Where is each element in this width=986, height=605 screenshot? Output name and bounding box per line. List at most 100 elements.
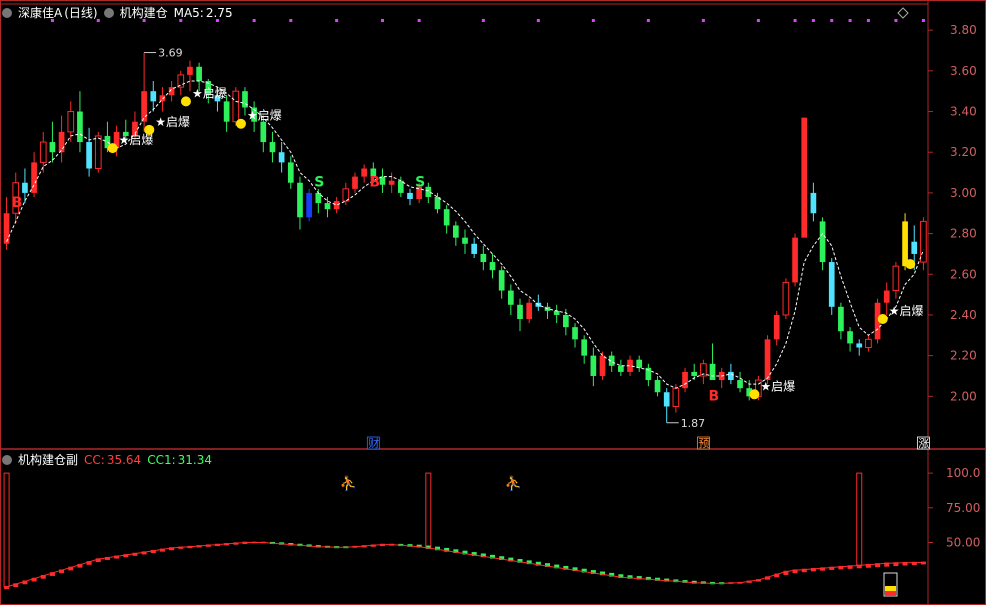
- candle-body: [187, 66, 193, 75]
- cc-value: 35.64: [106, 453, 142, 467]
- candle-body: [801, 117, 808, 238]
- candle-body: [599, 355, 606, 376]
- candle-body: [352, 176, 358, 189]
- candle-body: [443, 209, 450, 226]
- candle-body: [39, 141, 47, 163]
- signal-dot: [235, 118, 246, 129]
- signal-row-dot: [289, 19, 293, 22]
- signal-row-dot: [921, 19, 925, 22]
- candle-body: [618, 365, 624, 372]
- candle-body: [581, 339, 588, 356]
- candle-body: [838, 306, 844, 332]
- candle-body: [507, 290, 514, 305]
- candle-body: [847, 331, 853, 344]
- candle-body: [297, 182, 303, 218]
- main-y-tick-label: 3.60: [950, 64, 977, 78]
- main-y-tick-label: 2.00: [950, 389, 977, 403]
- candle-body: [333, 201, 340, 210]
- candle-body: [315, 192, 322, 204]
- candle-body: [883, 290, 890, 303]
- candle-body: [141, 91, 147, 122]
- signal-dot: [180, 96, 191, 107]
- sub-indicator-name: 机构建仓副: [18, 453, 79, 467]
- settings-icon[interactable]: [2, 8, 12, 18]
- event-tag-label: 财: [368, 436, 379, 450]
- signal-dot: [107, 143, 118, 154]
- candle-body: [269, 142, 276, 153]
- candle-body: [636, 359, 643, 368]
- ma-value: 2.75: [205, 6, 233, 20]
- candle-body: [728, 371, 734, 381]
- signal-row-dot: [417, 19, 421, 22]
- candle-body: [196, 66, 202, 82]
- candle-body: [526, 302, 533, 320]
- candle-body: [773, 314, 780, 340]
- candle-body: [425, 186, 432, 197]
- chart-period: (日线): [64, 6, 98, 20]
- spike-bar: [856, 472, 863, 566]
- candle-body: [86, 142, 92, 169]
- signal-label: ★启爆: [247, 109, 282, 123]
- signal-row-dot: [536, 19, 540, 22]
- signal-row-dot: [848, 19, 852, 22]
- signal-row-dot: [701, 19, 705, 22]
- candle-body: [920, 220, 927, 263]
- candle-body: [553, 310, 560, 315]
- candle-body: [819, 221, 826, 263]
- candle-body: [737, 380, 743, 389]
- main-y-tick-label: 3.00: [950, 186, 977, 200]
- cc1-value: 31.34: [177, 453, 212, 467]
- cc-label: CC:: [84, 453, 105, 467]
- candle-body: [49, 142, 56, 153]
- signal-row-dot: [380, 19, 384, 22]
- signal-letter: S: [314, 175, 324, 191]
- candle-body: [892, 265, 900, 292]
- candle-body: [22, 182, 28, 193]
- signal-row-dot: [481, 19, 485, 22]
- candle-body: [563, 314, 569, 328]
- candle-body: [94, 135, 102, 169]
- runner-icon: ⛹: [505, 474, 522, 492]
- stock-name: 深康佳A: [18, 6, 63, 20]
- sub-y-tick-label: 50.00: [946, 535, 980, 549]
- candle-body: [150, 91, 157, 102]
- signal-letter: B: [12, 195, 23, 211]
- candle-body: [672, 387, 680, 407]
- candle-body: [260, 121, 267, 143]
- candle-body: [324, 203, 331, 210]
- runner-icon: ⛹: [340, 474, 357, 492]
- signal-label: ★启爆: [760, 379, 795, 393]
- candle-body: [792, 237, 798, 283]
- main-y-tick-label: 3.40: [950, 105, 977, 119]
- indicator-settings-icon[interactable]: [103, 8, 114, 18]
- signal-row-dot: [830, 19, 834, 22]
- candle-body: [462, 237, 468, 244]
- candle-body: [590, 355, 597, 376]
- candle-body: [828, 262, 835, 307]
- candle-body: [654, 380, 661, 393]
- extreme-label: 1.87: [681, 417, 706, 430]
- candle-body: [764, 339, 771, 381]
- candle-body: [306, 192, 312, 218]
- signal-dot: [144, 124, 155, 135]
- candle-body: [452, 225, 459, 238]
- signal-letter: B: [369, 175, 380, 191]
- sub-settings-icon[interactable]: [2, 455, 12, 465]
- candle-body: [682, 371, 688, 389]
- signal-row-dot: [646, 19, 650, 22]
- candle-body: [911, 241, 918, 254]
- candle-body: [177, 74, 185, 88]
- candle-body: [278, 152, 285, 163]
- signal-letter: B: [709, 388, 720, 404]
- ma-label: MA5:: [173, 6, 204, 20]
- candle-body: [31, 162, 37, 193]
- spike-bar: [425, 472, 432, 549]
- signal-dot: [749, 389, 760, 400]
- candle-body: [782, 281, 790, 316]
- main-y-tick-label: 2.60: [950, 267, 977, 281]
- signal-row-dot: [591, 19, 595, 22]
- level-gauge-fill: [885, 586, 896, 591]
- candle-body: [67, 111, 75, 133]
- signal-label: ★启爆: [155, 115, 190, 129]
- candle-body: [572, 327, 578, 340]
